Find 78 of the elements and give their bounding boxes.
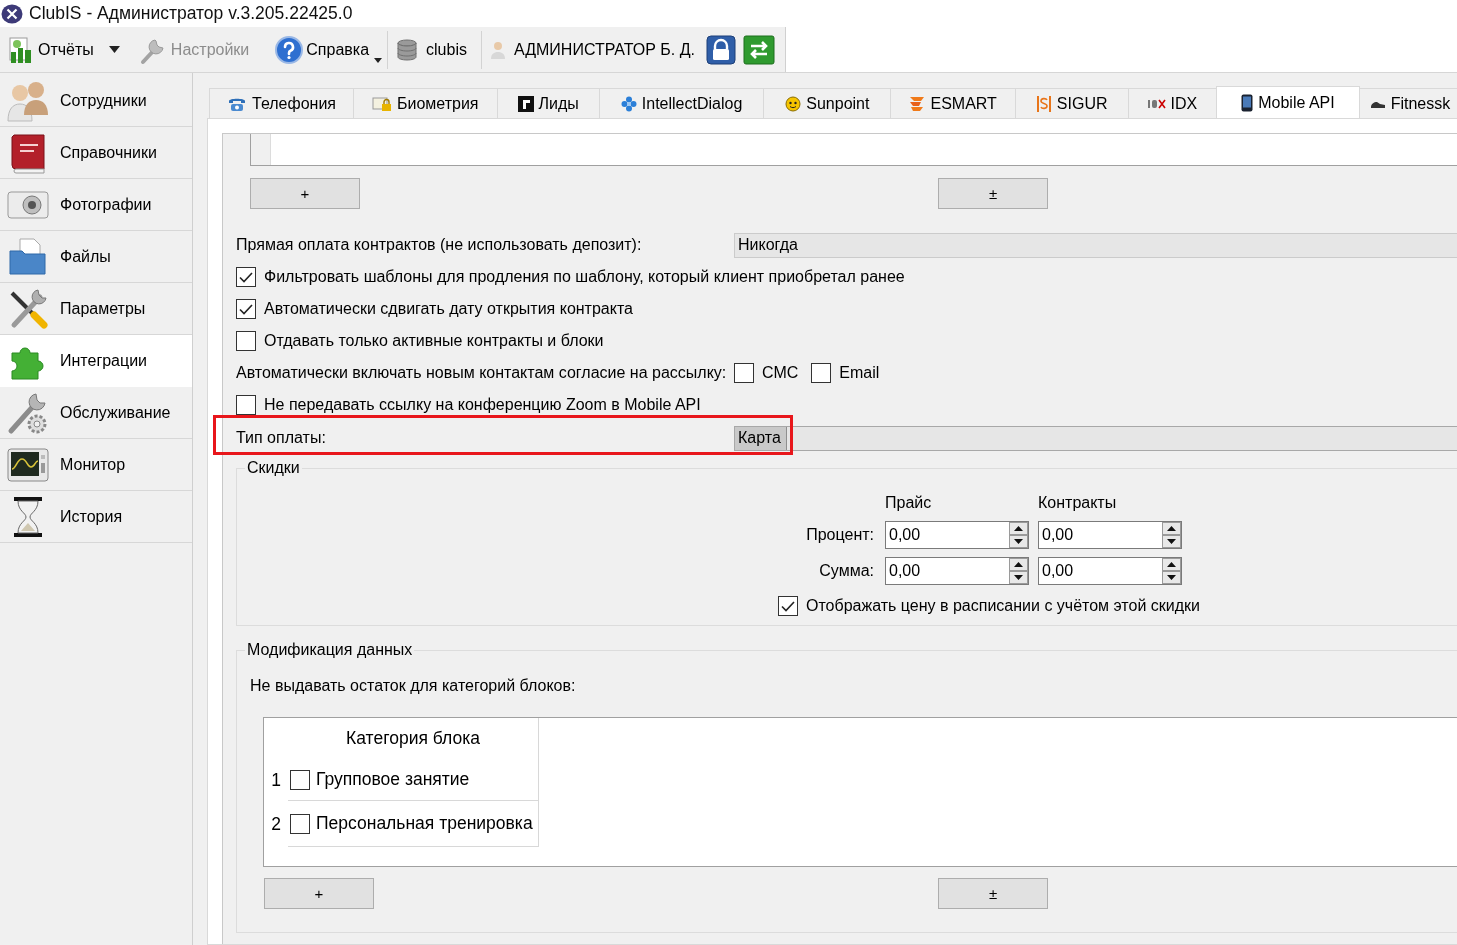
number-field[interactable]: 0,00 — [1038, 521, 1182, 549]
sidebar-item[interactable]: Интеграции — [0, 335, 192, 387]
checkbox[interactable] — [734, 363, 754, 383]
field-label: Тип оплаты: — [236, 429, 327, 447]
help-icon — [275, 35, 304, 64]
checkbox-label: Отображать цену в расписании с учётом этой скидки — [806, 597, 1200, 615]
row-number: 2 — [271, 813, 281, 835]
checkbox[interactable] — [778, 596, 798, 616]
checkbox-label: СМС — [762, 364, 799, 382]
plus-minus-button[interactable]: ± — [938, 878, 1048, 909]
checkbox[interactable] — [236, 331, 256, 351]
toolbar-label: АДМИНИСТРАТОР Б. Д. — [513, 40, 695, 59]
column-header: Прайс — [885, 493, 933, 513]
sidebar-item[interactable]: Справочники — [0, 127, 192, 179]
tab[interactable]: Mobile API — [1216, 86, 1360, 118]
field-label: Прямая оплата контрактов (не использовать депозит): — [236, 236, 643, 254]
number-field[interactable]: 0,00 — [885, 557, 1029, 585]
checkmark-icon — [239, 303, 253, 315]
field-label: Сумма: — [819, 562, 875, 580]
plus-minus-button[interactable]: ± — [938, 178, 1048, 209]
toolbar-button[interactable]: Отчёты — [4, 31, 123, 68]
group-title: Скидки — [246, 459, 301, 477]
sidebar-item[interactable]: Фотографии — [0, 179, 192, 231]
sun-face-icon — [785, 95, 802, 112]
checkmark-icon — [781, 600, 795, 612]
spin-arrows-icon[interactable] — [1162, 558, 1181, 584]
mobile-phone-icon — [1241, 93, 1254, 112]
checkbox[interactable] — [290, 813, 310, 834]
checkbox-label: Автоматически сдвигать дату открытия контракта — [264, 300, 633, 318]
swap-arrows-icon[interactable] — [743, 33, 775, 66]
spin-arrows-icon[interactable] — [1162, 522, 1181, 548]
row-number: 1 — [271, 769, 281, 791]
sidebar-item[interactable]: История — [0, 491, 192, 543]
logo-icon — [517, 95, 534, 112]
checkbox[interactable] — [290, 769, 310, 790]
add-button[interactable]: + — [250, 178, 360, 209]
dropdown[interactable]: Карта — [734, 425, 1457, 451]
checkbox[interactable] — [811, 363, 832, 383]
bracket-logo-icon — [1035, 94, 1052, 113]
user-icon — [489, 39, 506, 60]
column-header: Категория блока — [346, 728, 480, 749]
field-label: Автоматически включать новым контактам согласие на рассылку: — [236, 364, 728, 382]
checkbox[interactable] — [236, 299, 256, 319]
sidebar-item[interactable]: Монитор — [0, 439, 192, 491]
toolbar-label: clubis — [426, 40, 467, 59]
sidebar-item[interactable]: Обслуживание — [0, 387, 192, 439]
flower-icon — [620, 95, 637, 112]
chevron-logo-icon — [909, 95, 926, 112]
caption-text: Не выдавать остаток для категорий блоков: — [250, 676, 577, 696]
checkbox-label: Email — [839, 364, 880, 382]
database-icon — [396, 38, 419, 61]
checkmark-icon — [239, 271, 253, 283]
sidebar-item[interactable]: Сотрудники — [0, 75, 192, 127]
field-label: Процент: — [806, 526, 875, 544]
number-field[interactable]: 0,00 — [1038, 557, 1182, 585]
checkbox[interactable] — [236, 395, 256, 415]
table-cell: Групповое занятие — [316, 769, 470, 790]
checkbox-label: Отдавать только активные контракты и блоки — [264, 332, 604, 350]
sidebar-item[interactable]: Файлы — [0, 231, 192, 283]
column-header: Контракты — [1038, 493, 1118, 513]
group-title: Модификация данных — [246, 641, 414, 659]
lock-icon[interactable] — [705, 33, 737, 66]
window-title: ClubIS - Администратор v.3.205.22425.0 — [29, 3, 353, 24]
lock-card-icon — [372, 95, 392, 112]
number-field[interactable]: 0,00 — [885, 521, 1029, 549]
logo-icon — [1147, 98, 1166, 109]
table-cell: Персональная тренировка — [316, 813, 533, 834]
checkbox[interactable] — [236, 267, 256, 287]
checkbox-label: Фильтровать шаблоны для продления по шаблону, который клиент приобретал ранее — [264, 268, 905, 286]
add-button[interactable]: + — [264, 878, 374, 909]
toolbar-button[interactable]: Справка — [272, 31, 386, 68]
caret-icon — [108, 46, 120, 53]
caret-icon — [374, 57, 383, 63]
dropdown[interactable]: Никогда — [734, 232, 1457, 258]
tab[interactable]: Телефония — [209, 88, 354, 118]
checkbox-label: Не передавать ссылку на конференцию Zoom в Mobile API — [264, 396, 701, 414]
spin-arrows-icon[interactable] — [1009, 522, 1028, 548]
spin-arrows-icon[interactable] — [1009, 558, 1028, 584]
